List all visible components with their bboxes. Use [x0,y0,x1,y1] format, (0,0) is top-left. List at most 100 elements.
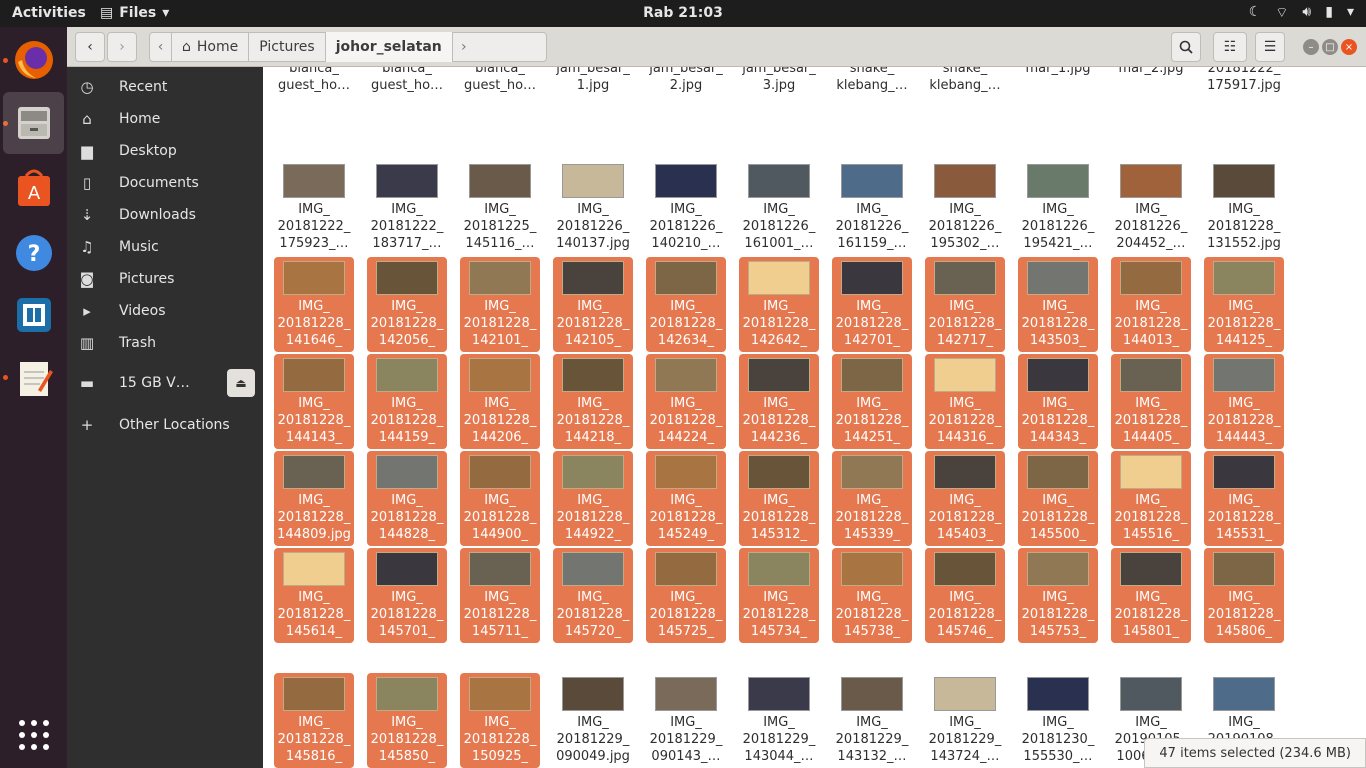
system-tray[interactable]: ☾ ⌔ 🔊︎ ▮ ▾ [1249,4,1354,22]
file-item[interactable]: IMG_ 20181229_ 143132_… [832,673,912,768]
sidebar-item-desktop[interactable]: ▆ Desktop [67,135,263,167]
file-item[interactable]: IMG_ 20181228_ 145725_ HDR.jpg [646,548,726,643]
back-button[interactable]: ‹ [75,32,105,62]
file-item[interactable]: jam_besar_ 1.jpg [553,67,633,158]
file-item[interactable]: IMG_ 20181228_ 145816_ HDR.jpg [274,673,354,768]
file-item[interactable]: IMG_ 20181228_ 144013_ HDR.jpg [1111,257,1191,352]
file-item[interactable]: IMG_ 20181228_ 145738_ HDR.jpg [832,548,912,643]
file-item[interactable]: IMG_ 20181228_ 145339_ HDR.jpg [832,451,912,546]
file-item[interactable]: IMG_ 20181222_ 183717_… [367,160,447,255]
sidebar-item-downloads[interactable]: ⇣ Downloads [67,199,263,231]
file-item[interactable]: IMG_ 20181228_ 144443_ HDR.jpg [1204,354,1284,449]
file-item[interactable]: IMG_ 20181228_ 145801_ HDR.jpg [1111,548,1191,643]
file-item[interactable]: blanca_ guest_ho… [460,67,540,158]
sidebar-item-videos[interactable]: ▸ Videos [67,295,263,327]
maximize-button[interactable]: □ [1322,39,1338,55]
file-item[interactable]: IMG_ 20181228_ 145531_ HDR.jpg [1204,451,1284,546]
remote-desktop-icon[interactable] [3,284,64,346]
sidebar-item-documents[interactable]: ▯ Documents [67,167,263,199]
file-item[interactable]: IMG_ 20181228_ 144343_ HDR.jpg [1018,354,1098,449]
text-editor-icon[interactable] [3,347,64,409]
file-item[interactable]: IMG_ 20181228_ 145249_ HDR.jpg [646,451,726,546]
file-item[interactable]: IMG_ 20181228_ 144236_ HDR.jpg [739,354,819,449]
file-item[interactable]: IMG_ 20181229_ 090049.jpg [553,673,633,768]
forward-button[interactable]: › [107,32,137,62]
sidebar-item-trash[interactable]: ▥ Trash [67,327,263,359]
file-item[interactable]: IMG_ 20181228_ 145500_ HDR.jpg [1018,451,1098,546]
file-item[interactable]: blanca_ guest_ho… [274,67,354,158]
sidebar-item-pictures[interactable]: ◙ Pictures [67,263,263,295]
file-item[interactable]: IMG_ 20181229_ 143044_… [739,673,819,768]
file-item[interactable]: IMG_ 20181228_ 144922_ HDR.jpg [553,451,633,546]
file-item[interactable]: IMG_ 20181228_ 142717_ HDR.jpg [925,257,1005,352]
firefox-icon[interactable] [3,29,64,91]
file-item[interactable]: IMG_ 20181228_ 142105_ HDR.jpg [553,257,633,352]
file-item[interactable]: IMG_ 20181228_ 142634_ HDR.jpg [646,257,726,352]
view-options-button[interactable]: ☷ [1213,32,1247,62]
file-item[interactable]: IMG_ 20181228_ 144809.jpg [274,451,354,546]
file-item[interactable]: IMG_ 20181228_ 145516_ HDR.jpg [1111,451,1191,546]
file-item[interactable]: IMG_ 20181228_ 145806_ HDR.jpg [1204,548,1284,643]
file-item[interactable]: IMG_ 20181228_ 143503_ HDR.jpg [1018,257,1098,352]
sidebar-item-15-gb-v[interactable]: ▬ 15 GB V… ⏏ [67,367,263,399]
file-item[interactable]: IMG_ 20181229_ 143724_… [925,673,1005,768]
sidebar-item-recent[interactable]: ◷ Recent [67,71,263,103]
file-item[interactable]: IMG_ 20181230_ 155530_… [1018,673,1098,768]
sidebar-item-home[interactable]: ⌂ Home [67,103,263,135]
file-item[interactable]: shake_ klebang_… [832,67,912,158]
show-applications-icon[interactable] [3,704,64,766]
file-item[interactable]: mar_2.jpg [1111,67,1191,158]
file-item[interactable]: blanca_ guest_ho… [367,67,447,158]
breadcrumb-scroll-right[interactable]: › [453,32,475,62]
file-item[interactable]: IMG_ 20181226_ 140210_… [646,160,726,255]
file-item[interactable]: IMG_ 20181228_ 145711_ HDR.jpg [460,548,540,643]
file-item[interactable]: shake_ klebang_… [925,67,1005,158]
file-item[interactable]: IMG_ 20181229_ 090143_… [646,673,726,768]
breadcrumb-scroll-left[interactable]: ‹ [150,32,172,62]
file-item[interactable]: IMG_ 20181228_ 145614_ HDR.jpg [274,548,354,643]
file-item[interactable]: IMG_ 20181228_ 142056_ HDR.jpg [367,257,447,352]
help-icon[interactable]: ? [3,222,64,284]
breadcrumb-home[interactable]: ⌂ Home [172,32,250,62]
files-icon[interactable] [3,92,64,154]
file-item[interactable]: IMG_ 20181226_ 161159_… [832,160,912,255]
file-item[interactable]: IMG_ 20181228_ 144900_ HDR.jpg [460,451,540,546]
file-item[interactable]: IMG_ 20181228_ 144405_ HDR.jpg [1111,354,1191,449]
file-item[interactable]: IMG_ 20181228_ 144143_ HDR.jpg [274,354,354,449]
file-item[interactable]: IMG_ 20181226_ 161001_… [739,160,819,255]
file-item[interactable]: jam_besar_ 3.jpg [739,67,819,158]
file-item[interactable]: IMG_ 20181228_ 145734_ HDR.jpg [739,548,819,643]
file-item[interactable]: IMG_ 20181228_ 144224_ HDR.jpg [646,354,726,449]
file-item[interactable]: mar_1.jpg [1018,67,1098,158]
file-item[interactable]: IMG_ 20181228_ 142701_ HDR.jpg [832,257,912,352]
file-item[interactable]: IMG_ 20181228_ 150925_ HDR.jpg [460,673,540,768]
file-item[interactable]: IMG_ 20181228_ 145403_ HDR.jpg [925,451,1005,546]
file-item[interactable]: IMG_ 20181228_ 144218_ HDR.jpg [553,354,633,449]
menu-button[interactable]: ☰ [1255,32,1285,62]
file-item[interactable]: IMG_ 20181226_ 195421_… [1018,160,1098,255]
file-item[interactable]: IMG_ 20181226_ 140137.jpg [553,160,633,255]
file-item[interactable]: IMG_ 20181228_ 144316_ HDR.jpg [925,354,1005,449]
sidebar-item-other-locations[interactable]: + Other Locations [67,409,263,441]
file-item[interactable]: IMG_ 20181228_ 145746_ HDR.jpg [925,548,1005,643]
file-grid[interactable]: blanca_ guest_ho… blanca_ guest_ho… blanca… [264,67,1366,768]
software-center-icon[interactable]: A [3,157,64,219]
file-item[interactable]: IMG_ 20181228_ 141646_ HDR.jpg [274,257,354,352]
file-item[interactable]: IMG_ 20181226_ 204452_… [1111,160,1191,255]
file-item[interactable]: IMG_ 20181228_ 144159_ HDR.jpg [367,354,447,449]
file-item[interactable]: 20181222_ 175917.jpg [1204,67,1284,158]
file-item[interactable]: IMG_ 20181228_ 145312_ HDR.jpg [739,451,819,546]
breadcrumb-pictures[interactable]: Pictures [249,32,326,62]
file-item[interactable]: jam_besar_ 2.jpg [646,67,726,158]
file-item[interactable]: IMG_ 20181226_ 195302_… [925,160,1005,255]
eject-icon[interactable]: ⏏ [227,369,255,397]
file-item[interactable]: IMG_ 20181228_ 144828_ HDR.jpg [367,451,447,546]
search-button[interactable] [1171,32,1201,62]
file-item[interactable]: IMG_ 20181222_ 175923_… [274,160,354,255]
file-item[interactable]: IMG_ 20181228_ 144251_ HDR.jpg [832,354,912,449]
file-item[interactable]: IMG_ 20181228_ 144125_ HDR.jpg [1204,257,1284,352]
file-item[interactable]: IMG_ 20181228_ 142642_ HDR.jpg [739,257,819,352]
file-item[interactable]: IMG_ 20181225_ 145116_… [460,160,540,255]
file-item[interactable]: IMG_ 20181228_ 145850_ HDR.jpg [367,673,447,768]
file-item[interactable]: IMG_ 20181228_ 144206_ HDR.jpg [460,354,540,449]
